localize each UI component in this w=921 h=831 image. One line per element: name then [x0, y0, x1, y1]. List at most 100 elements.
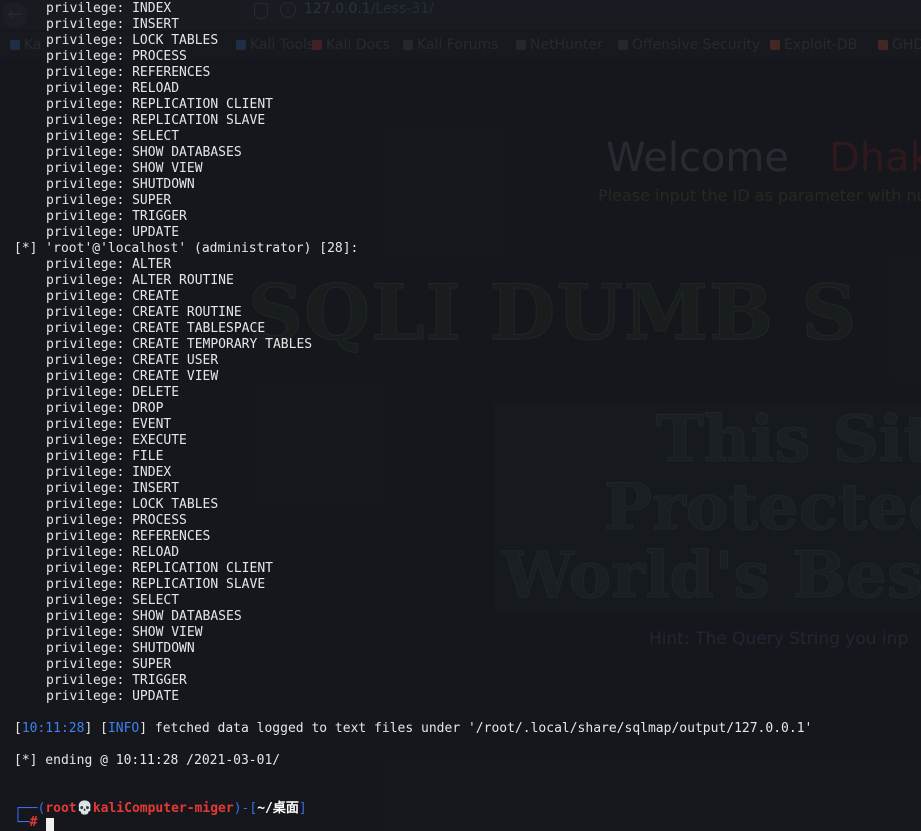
info-time: 10:11:28 — [21, 721, 85, 736]
privilege-prefix: privilege: — [46, 689, 133, 704]
privilege-prefix: privilege: — [46, 177, 133, 192]
privilege-value: SUPER — [132, 193, 172, 208]
privilege-line: privilege: PROCESS — [46, 513, 187, 529]
privilege-prefix: privilege: — [46, 353, 133, 368]
privilege-prefix: privilege: — [46, 321, 133, 336]
privilege-value: ALTER ROUTINE — [132, 273, 234, 288]
privilege-prefix: privilege: — [46, 417, 133, 432]
privilege-value: REPLICATION CLIENT — [132, 97, 273, 112]
privilege-line: privilege: DROP — [46, 401, 163, 417]
privilege-line: privilege: TRIGGER — [46, 209, 187, 225]
privilege-line: privilege: CREATE TEMPORARY TABLES — [46, 337, 312, 353]
privilege-value: INDEX — [132, 465, 172, 480]
privilege-value: REFERENCES — [132, 65, 211, 80]
privilege-line: privilege: REFERENCES — [46, 65, 210, 81]
privilege-value: REPLICATION SLAVE — [132, 113, 266, 128]
privilege-line: privilege: UPDATE — [46, 225, 179, 241]
privilege-prefix: privilege: — [46, 81, 133, 96]
prompt-user: root — [45, 801, 77, 816]
privilege-line: privilege: SHOW VIEW — [46, 625, 203, 641]
privilege-prefix: privilege: — [46, 481, 133, 496]
privilege-value: SELECT — [132, 129, 180, 144]
privilege-line: privilege: RELOAD — [46, 545, 179, 561]
privilege-prefix: privilege: — [46, 513, 133, 528]
privilege-line: privilege: SHOW DATABASES — [46, 609, 242, 625]
privilege-line: privilege: CREATE TABLESPACE — [46, 321, 265, 337]
privilege-line: privilege: LOCK TABLES — [46, 497, 218, 513]
privilege-line: privilege: EXECUTE — [46, 433, 187, 449]
privilege-line: privilege: INSERT — [46, 17, 179, 33]
privilege-prefix: privilege: — [46, 465, 133, 480]
privilege-value: UPDATE — [132, 689, 180, 704]
privilege-value: CREATE TABLESPACE — [132, 321, 266, 336]
privilege-line: privilege: CREATE — [46, 289, 179, 305]
privilege-value: LOCK TABLES — [132, 497, 219, 512]
privilege-line: privilege: LOCK TABLES — [46, 33, 218, 49]
privilege-prefix: privilege: — [46, 17, 133, 32]
privilege-prefix: privilege: — [46, 401, 133, 416]
privilege-value: CREATE TEMPORARY TABLES — [132, 337, 313, 352]
privilege-line: privilege: SUPER — [46, 657, 171, 673]
privilege-prefix: privilege: — [46, 1, 133, 16]
privilege-value: INSERT — [132, 17, 180, 32]
privilege-prefix: privilege: — [46, 577, 133, 592]
privilege-prefix: privilege: — [46, 497, 133, 512]
privilege-value: CREATE ROUTINE — [132, 305, 242, 320]
terminal-cursor[interactable] — [46, 818, 54, 831]
privilege-value: REFERENCES — [132, 529, 211, 544]
privilege-value: SELECT — [132, 593, 180, 608]
privilege-line: privilege: CREATE VIEW — [46, 369, 218, 385]
privilege-prefix: privilege: — [46, 385, 133, 400]
privilege-line: privilege: SHOW VIEW — [46, 161, 203, 177]
privilege-value: RELOAD — [132, 545, 180, 560]
privilege-prefix: privilege: — [46, 561, 133, 576]
privilege-line: privilege: SHOW DATABASES — [46, 145, 242, 161]
privilege-value: RELOAD — [132, 81, 180, 96]
privilege-prefix: privilege: — [46, 49, 133, 64]
privilege-prefix: privilege: — [46, 257, 133, 272]
privilege-value: UPDATE — [132, 225, 180, 240]
privilege-prefix: privilege: — [46, 33, 133, 48]
privilege-prefix: privilege: — [46, 145, 133, 160]
privilege-value: REPLICATION SLAVE — [132, 577, 266, 592]
privilege-prefix: privilege: — [46, 369, 133, 384]
privilege-prefix: privilege: — [46, 161, 133, 176]
privilege-line: privilege: TRIGGER — [46, 673, 187, 689]
privilege-line: privilege: CREATE ROUTINE — [46, 305, 242, 321]
privilege-prefix: privilege: — [46, 209, 133, 224]
privilege-line: privilege: PROCESS — [46, 49, 187, 65]
privilege-prefix: privilege: — [46, 529, 133, 544]
privilege-prefix: privilege: — [46, 625, 133, 640]
privilege-prefix: privilege: — [46, 609, 133, 624]
privilege-value: SHUTDOWN — [132, 641, 195, 656]
privilege-line: privilege: REPLICATION SLAVE — [46, 577, 265, 593]
privilege-value: EXECUTE — [132, 433, 187, 448]
privilege-value: SHOW DATABASES — [132, 609, 242, 624]
privilege-line: privilege: DELETE — [46, 385, 179, 401]
privilege-line: privilege: FILE — [46, 449, 163, 465]
privilege-value: CREATE USER — [132, 353, 219, 368]
privilege-value: SHOW VIEW — [132, 625, 203, 640]
privilege-prefix: privilege: — [46, 193, 133, 208]
privilege-value: INSERT — [132, 481, 180, 496]
privilege-line: privilege: EVENT — [46, 417, 171, 433]
terminal-window[interactable]: privilege: INDEX privilege: INSERT privile… — [0, 0, 921, 831]
prompt-line-top: ┌──(root💀kaliComputer-miger)-[~/桌面] — [14, 801, 307, 817]
privilege-value: LOCK TABLES — [132, 33, 219, 48]
privilege-value: PROCESS — [132, 513, 187, 528]
privilege-line: privilege: INSERT — [46, 481, 179, 497]
privilege-prefix: privilege: — [46, 129, 133, 144]
privilege-line: privilege: INDEX — [46, 465, 171, 481]
privilege-value: REPLICATION CLIENT — [132, 561, 273, 576]
privilege-prefix: privilege: — [46, 65, 133, 80]
privilege-value: DELETE — [132, 385, 180, 400]
prompt-corner-bottom: └─ — [14, 815, 30, 830]
privilege-line: privilege: REPLICATION CLIENT — [46, 97, 273, 113]
ending-line: [*] ending @ 10:11:28 /2021-03-01/ — [14, 753, 281, 768]
privilege-value: TRIGGER — [132, 673, 187, 688]
privilege-value: EVENT — [132, 417, 172, 432]
privilege-value: TRIGGER — [132, 209, 187, 224]
prompt-corner-top: ┌──( — [14, 801, 46, 816]
privilege-prefix: privilege: — [46, 97, 133, 112]
privilege-prefix: privilege: — [46, 433, 133, 448]
